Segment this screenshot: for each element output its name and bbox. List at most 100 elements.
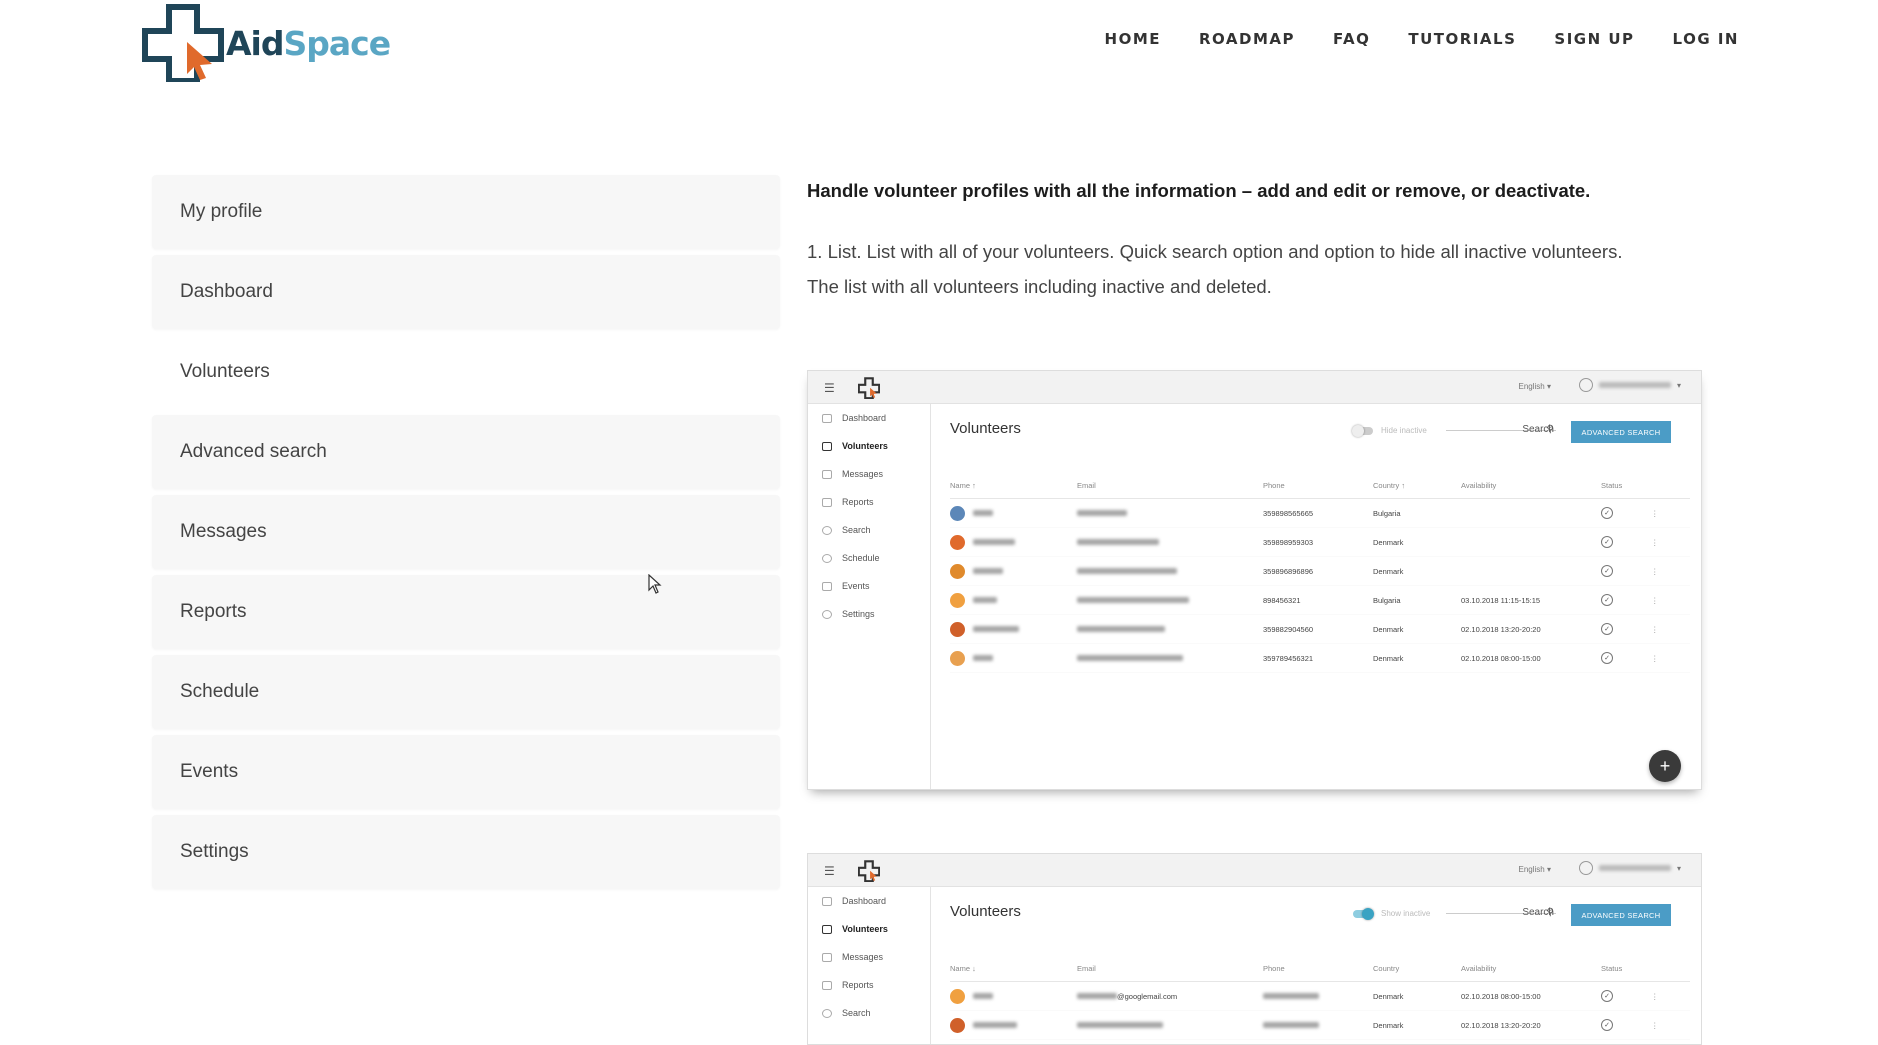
search-icon: ⚲: [1546, 907, 1554, 918]
status-check-icon: ✓: [1601, 1019, 1613, 1031]
app-main: Volunteers Show inactive Search ⚲ ADVANCE…: [930, 887, 1701, 1044]
nav-log-in[interactable]: LOG IN: [1673, 30, 1739, 48]
app-menu-settings: Settings: [808, 600, 930, 628]
app-page-title: Volunteers: [950, 903, 1021, 920]
app-menu-events: Events: [808, 572, 930, 600]
user-menu: ▾: [1578, 861, 1681, 875]
status-check-icon: ✓: [1601, 565, 1613, 577]
sidebar-item-volunteers[interactable]: Volunteers: [152, 335, 780, 409]
table-header: Name ↑ Email Phone Country ↑ Availabilit…: [950, 472, 1690, 499]
more-icon: ⋮: [1651, 653, 1659, 663]
volunteers-list-inactive-screenshot: ☰ English ▾ ▾ Dashboard Volunteers Messa…: [807, 853, 1702, 1045]
hide-inactive-toggle: Hide inactive: [1352, 424, 1427, 437]
main-nav: HOME ROADMAP FAQ TUTORIALS SIGN UP LOG I…: [1105, 30, 1739, 48]
app-menu-schedule: Schedule: [808, 544, 930, 572]
sidebar-item-messages[interactable]: Messages: [152, 495, 780, 569]
hamburger-icon: ☰: [824, 864, 835, 878]
show-inactive-toggle: Show inactive: [1353, 907, 1430, 920]
table-row: 359789456321 Denmark 02.10.2018 08:00-15…: [950, 644, 1690, 673]
site-header: AidSpace HOME ROADMAP FAQ TUTORIALS SIGN…: [0, 0, 1878, 90]
app-menu-volunteers: Volunteers: [808, 915, 930, 943]
status-check-icon: ✓: [1601, 536, 1613, 548]
advanced-search-button: ADVANCED SEARCH: [1571, 421, 1671, 443]
avatar: [950, 563, 965, 579]
app-menu-reports: Reports: [808, 971, 930, 999]
language-select: English ▾: [1518, 382, 1552, 391]
app-topbar: ☰ English ▾ ▾: [808, 854, 1701, 887]
nav-faq[interactable]: FAQ: [1333, 30, 1370, 48]
app-menu-dashboard: Dashboard: [808, 404, 930, 432]
table-row: 898456321 Bulgaria 03.10.2018 11:15-15:1…: [950, 586, 1690, 615]
app-logo-icon: [858, 377, 880, 399]
logo-text-aid: Aid: [226, 23, 284, 63]
sidebar-item-schedule[interactable]: Schedule: [152, 655, 780, 729]
app-main: Volunteers Hide inactive Search ⚲ ADVANCE…: [930, 404, 1701, 789]
app-menu-messages: Messages: [808, 460, 930, 488]
more-icon: ⋮: [1651, 537, 1659, 547]
app-menu-search: Search: [808, 999, 930, 1027]
logo-text-space: Space: [283, 23, 391, 63]
status-check-icon: ✓: [1601, 652, 1613, 664]
sidebar-item-events[interactable]: Events: [152, 735, 780, 809]
avatar: [950, 534, 965, 550]
nav-sign-up[interactable]: SIGN UP: [1554, 30, 1634, 48]
more-icon: ⋮: [1651, 595, 1659, 605]
sidebar-item-dashboard[interactable]: Dashboard: [152, 255, 780, 329]
advanced-search-button: ADVANCED SEARCH: [1571, 904, 1671, 926]
hamburger-icon: ☰: [824, 381, 835, 395]
app-sidebar: Dashboard Volunteers Messages Reports Se…: [808, 887, 931, 1044]
avatar: [950, 650, 965, 666]
nav-roadmap[interactable]: ROADMAP: [1199, 30, 1295, 48]
table-row: 359882904560 Denmark 02.10.2018 13:20-20…: [950, 615, 1690, 644]
status-check-icon: ✓: [1601, 623, 1613, 635]
sidebar-item-advanced-search[interactable]: Advanced search: [152, 415, 780, 489]
avatar: [950, 592, 965, 608]
app-search-input: Search ⚲: [1446, 905, 1556, 918]
app-menu-reports: Reports: [808, 488, 930, 516]
app-menu-volunteers: Volunteers: [808, 432, 930, 460]
volunteers-table: Name ↓ Email Phone Country Availability …: [950, 955, 1690, 1040]
avatar-icon: [1578, 861, 1593, 875]
status-check-icon: ✓: [1601, 990, 1613, 1002]
table-row: @googlemail.com Denmark 02.10.2018 08:00…: [950, 982, 1690, 1011]
content-intro: Handle volunteer profiles with all the i…: [807, 180, 1591, 201]
aidspace-logo-icon: [142, 4, 224, 82]
app-sidebar: Dashboard Volunteers Messages Reports Se…: [808, 404, 931, 789]
docs-sidebar: My profile Dashboard Volunteers Advanced…: [152, 175, 780, 895]
more-icon: ⋮: [1651, 991, 1659, 1001]
volunteers-list-screenshot: ☰ English ▾ ▾ Dashboard Volunteers Messa…: [807, 370, 1702, 790]
app-search-input: Search ⚲: [1446, 422, 1556, 435]
site-logo[interactable]: AidSpace: [142, 4, 391, 82]
table-row: Denmark 02.10.2018 13:20-20:20 ✓ ⋮: [950, 1011, 1690, 1040]
table-row: 359898959303 Denmark ✓ ⋮: [950, 528, 1690, 557]
volunteers-table: Name ↑ Email Phone Country ↑ Availabilit…: [950, 472, 1690, 673]
status-check-icon: ✓: [1601, 594, 1613, 606]
status-check-icon: ✓: [1601, 507, 1613, 519]
avatar: [950, 621, 965, 637]
nav-home[interactable]: HOME: [1105, 30, 1161, 48]
avatar: [950, 1017, 965, 1033]
content-paragraph: 1. List. List with all of your volunteer…: [807, 241, 1623, 297]
avatar-icon: [1578, 378, 1593, 392]
more-icon: ⋮: [1651, 1020, 1659, 1030]
content-area: Handle volunteer profiles with all the i…: [807, 175, 1727, 304]
app-menu-search: Search: [808, 516, 930, 544]
nav-tutorials[interactable]: TUTORIALS: [1408, 30, 1516, 48]
sidebar-item-reports[interactable]: Reports: [152, 575, 780, 649]
language-select: English ▾: [1518, 865, 1552, 874]
more-icon: ⋮: [1651, 566, 1659, 576]
app-menu-messages: Messages: [808, 943, 930, 971]
search-icon: ⚲: [1546, 424, 1554, 435]
app-page-title: Volunteers: [950, 420, 1021, 437]
table-row: 359896896896 Denmark ✓ ⋮: [950, 557, 1690, 586]
app-logo-icon: [858, 860, 880, 882]
app-topbar: ☰ English ▾ ▾: [808, 371, 1701, 404]
avatar: [950, 988, 965, 1004]
app-menu-dashboard: Dashboard: [808, 887, 930, 915]
more-icon: ⋮: [1651, 624, 1659, 634]
sidebar-item-settings[interactable]: Settings: [152, 815, 780, 889]
table-row: 359898565665 Bulgaria ✓ ⋮: [950, 499, 1690, 528]
table-header: Name ↓ Email Phone Country Availability …: [950, 955, 1690, 982]
mouse-cursor-icon: [648, 574, 662, 594]
sidebar-item-my-profile[interactable]: My profile: [152, 175, 780, 249]
